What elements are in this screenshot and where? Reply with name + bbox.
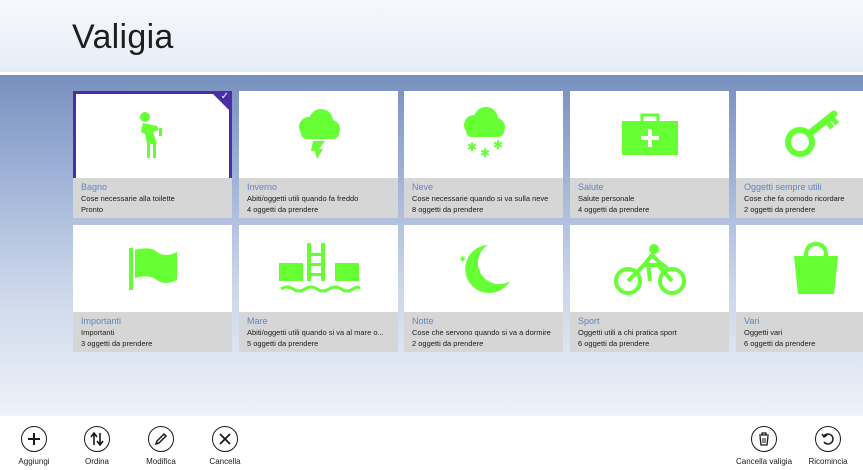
tile-info: Neve Cose necessarie quando si va sulla … — [404, 178, 563, 218]
tile-status: 2 oggetti da prendere — [412, 339, 484, 348]
svg-text:✱: ✱ — [493, 138, 503, 152]
tile-description: Cose che servono quando si va a dormire — [412, 328, 551, 337]
tile-description: Salute personale — [578, 194, 635, 203]
clear-suitcase-label: Cancella valigia — [735, 457, 793, 466]
edit-button-label: Modifica — [146, 457, 176, 466]
tile-info: Importanti Importanti 3 oggetti da prend… — [73, 312, 232, 352]
restart-icon — [815, 426, 841, 452]
svg-text:✱: ✱ — [467, 140, 477, 154]
tile-status: 2 oggetti da prendere — [744, 205, 816, 214]
tile-title: Salute — [578, 182, 604, 192]
tile-info: Salute Salute personale 4 oggetti da pre… — [570, 178, 729, 218]
restart-button[interactable]: Ricomincia — [800, 426, 856, 466]
storm-cloud-icon — [239, 91, 398, 179]
tile-title: Mare — [247, 316, 268, 326]
first-aid-kit-icon — [570, 91, 729, 179]
tile-info: Mare Abiti/oggetti utili quando si va al… — [239, 312, 398, 352]
moon-stars-icon: ✦ ✦ — [404, 225, 563, 313]
tile-importanti[interactable]: Importanti Importanti 3 oggetti da prend… — [73, 225, 232, 352]
svg-text:✦: ✦ — [458, 253, 467, 266]
svg-text:✱: ✱ — [480, 146, 490, 160]
checkmark-icon: ✓ — [220, 91, 229, 102]
delete-button-label: Cancella — [209, 457, 241, 466]
tile-title: Inverno — [247, 182, 278, 192]
tile-sport[interactable]: Sport Oggetti utili a chi pratica sport … — [570, 225, 729, 352]
tile-info: Inverno Abiti/oggetti utili quando fa fr… — [239, 178, 398, 218]
tile-info: Oggetti sempre utili Cose che fa comodo … — [736, 178, 863, 218]
sort-button-label: Ordina — [84, 457, 109, 466]
svg-text:✦: ✦ — [470, 264, 478, 274]
tile-info: Sport Oggetti utili a chi pratica sport … — [570, 312, 729, 352]
add-button[interactable]: Aggiungi — [6, 426, 62, 466]
trash-icon — [751, 426, 777, 452]
tile-description: Abiti/oggetti utili quando si va al mare… — [247, 328, 384, 337]
tile-description: Cose necessarie alla toilette — [81, 194, 175, 203]
tile-title: Oggetti sempre utili — [744, 182, 822, 192]
tile-status: 5 oggetti da prendere — [247, 339, 319, 348]
tile-status: 6 oggetti da prendere — [578, 339, 650, 348]
tile-status: 4 oggetti da prendere — [578, 205, 650, 214]
delete-button[interactable]: Cancella — [197, 426, 253, 466]
plus-icon — [21, 426, 47, 452]
tile-inverno[interactable]: Inverno Abiti/oggetti utili quando fa fr… — [239, 91, 398, 218]
tile-description: Importanti — [81, 328, 115, 337]
tile-status: 8 oggetti da prendere — [412, 205, 484, 214]
tile-description: Oggetti vari — [744, 328, 783, 337]
key-icon — [736, 91, 863, 179]
add-button-label: Aggiungi — [18, 457, 50, 466]
sort-arrows-icon — [84, 426, 110, 452]
tile-salute[interactable]: Salute Salute personale 4 oggetti da pre… — [570, 91, 729, 218]
page-title: Valigia — [72, 18, 174, 56]
tile-status: 6 oggetti da prendere — [744, 339, 816, 348]
tile-title: Notte — [412, 316, 434, 326]
header: Valigia — [0, 0, 863, 72]
tile-status: 4 oggetti da prendere — [247, 205, 319, 214]
toilet-person-icon — [73, 91, 232, 179]
tile-description: Oggetti utili a chi pratica sport — [578, 328, 677, 337]
pencil-icon — [148, 426, 174, 452]
pool-ladder-icon — [239, 225, 398, 313]
tile-mare[interactable]: Mare Abiti/oggetti utili quando si va al… — [239, 225, 398, 352]
tile-info: Notte Cose che servono quando si va a do… — [404, 312, 563, 352]
tile-status: Pronto — [81, 205, 104, 214]
tile-title: Bagno — [81, 182, 108, 192]
cyclist-icon — [570, 225, 729, 313]
x-icon — [212, 426, 238, 452]
tile-title: Importanti — [81, 316, 122, 326]
shopping-bag-icon — [736, 225, 863, 313]
tile-title: Sport — [578, 316, 600, 326]
tile-description: Abiti/oggetti utili quando fa freddo — [247, 194, 359, 203]
app-bar: Aggiungi Ordina Modifica Cancella Cancel… — [0, 416, 863, 470]
tile-notte[interactable]: ✦ ✦ Notte Cose che servono quando si va … — [404, 225, 563, 352]
sort-button[interactable]: Ordina — [69, 426, 125, 466]
flag-icon — [73, 225, 232, 313]
tile-info: Bagno Cose necessarie alla toilette Pron… — [73, 178, 232, 218]
tile-description: Cose necessarie quando si va sulla neve — [412, 194, 549, 203]
snow-cloud-icon: ✱ ✱ ✱ — [404, 91, 563, 179]
tile-description: Cose che fa comodo ricordare — [744, 194, 845, 203]
tile-info: Vari Oggetti vari 6 oggetti da prendere — [736, 312, 863, 352]
restart-button-label: Ricomincia — [808, 457, 848, 466]
clear-suitcase-button[interactable]: Cancella valigia — [732, 426, 796, 466]
tile-title: Vari — [744, 316, 760, 326]
tile-oggetti-sempre-utili[interactable]: Oggetti sempre utili Cose che fa comodo … — [736, 91, 863, 218]
tile-bagno[interactable]: Bagno Cose necessarie alla toilette Pron… — [73, 91, 232, 218]
edit-button[interactable]: Modifica — [133, 426, 189, 466]
tile-status: 3 oggetti da prendere — [81, 339, 153, 348]
tile-title: Neve — [412, 182, 434, 192]
tile-neve[interactable]: ✱ ✱ ✱ Neve Cose necessarie quando si va … — [404, 91, 563, 218]
tile-vari[interactable]: Vari Oggetti vari 6 oggetti da prendere — [736, 225, 863, 352]
